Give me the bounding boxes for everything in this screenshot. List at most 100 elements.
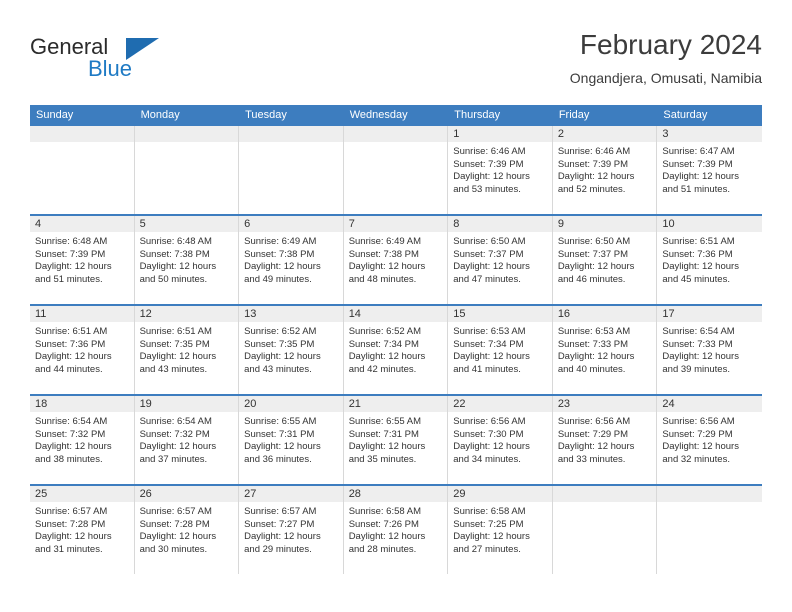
sunset-text: Sunset: 7:34 PM (348, 338, 419, 350)
daylight-text: Daylight: 12 hours and 27 minutes. (453, 531, 530, 555)
day-cell[interactable]: 17 Sunrise: 6:54 AM Sunset: 7:33 PM Dayligh… (657, 306, 762, 394)
day-cell[interactable]: 13 Sunrise: 6:52 AM Sunset: 7:35 PM Dayligh… (239, 306, 344, 394)
day-details: Sunrise: 6:47 AM Sunset: 7:39 PM Daylight:… (657, 142, 762, 196)
day-cell[interactable]: 2 Sunrise: 6:46 AM Sunset: 7:39 PM Daylight… (552, 126, 658, 214)
sunrise-text: Sunrise: 6:53 AM (557, 326, 631, 337)
day-details: Sunrise: 6:53 AM Sunset: 7:34 PM Daylight:… (448, 322, 552, 376)
day-cell[interactable]: 3 Sunrise: 6:47 AM Sunset: 7:39 PM Daylight… (657, 126, 762, 214)
day-cell[interactable]: 28 Sunrise: 6:58 AM Sunset: 7:26 PM Dayligh… (343, 486, 449, 574)
daylight-text: Daylight: 12 hours and 36 minutes. (244, 441, 321, 465)
sunrise-text: Sunrise: 6:57 AM (244, 506, 317, 517)
daylight-text: Daylight: 12 hours and 42 minutes. (348, 351, 426, 375)
day-number (552, 486, 657, 502)
day-number: 22 (448, 396, 552, 412)
day-details: Sunrise: 6:51 AM Sunset: 7:35 PM Daylight:… (135, 322, 239, 376)
day-cell[interactable]: 5 Sunrise: 6:48 AM Sunset: 7:38 PM Daylight… (134, 216, 240, 304)
day-number: 14 (343, 306, 448, 322)
day-number (239, 126, 343, 142)
day-cell[interactable]: 15 Sunrise: 6:53 AM Sunset: 7:34 PM Dayligh… (448, 306, 553, 394)
sunset-text: Sunset: 7:28 PM (139, 518, 210, 530)
day-cell[interactable]: 16 Sunrise: 6:53 AM Sunset: 7:33 PM Dayligh… (552, 306, 658, 394)
day-number: 16 (552, 306, 657, 322)
day-details: Sunrise: 6:58 AM Sunset: 7:25 PM Daylight:… (448, 502, 552, 556)
daylight-text: Daylight: 12 hours and 33 minutes. (557, 441, 635, 465)
sunset-text: Sunset: 7:32 PM (35, 428, 106, 440)
day-details: Sunrise: 6:57 AM Sunset: 7:28 PM Daylight:… (135, 502, 239, 556)
day-number: 19 (134, 396, 239, 412)
day-details: Sunrise: 6:46 AM Sunset: 7:39 PM Daylight:… (448, 142, 552, 196)
sunset-text: Sunset: 7:38 PM (348, 248, 419, 260)
day-cell[interactable]: 20 Sunrise: 6:55 AM Sunset: 7:31 PM Dayligh… (239, 396, 344, 484)
sunrise-text: Sunrise: 6:57 AM (35, 506, 108, 517)
daylight-text: Daylight: 12 hours and 51 minutes. (662, 171, 739, 195)
day-number: 7 (343, 216, 448, 232)
weekday-header-tuesday: Tuesday (245, 109, 287, 121)
sunset-text: Sunset: 7:39 PM (662, 158, 733, 170)
page-header: General Blue February 2024 Ongandjera, O… (30, 28, 762, 100)
daylight-text: Daylight: 12 hours and 28 minutes. (348, 531, 426, 555)
sunrise-text: Sunrise: 6:58 AM (348, 506, 422, 517)
daylight-text: Daylight: 12 hours and 49 minutes. (244, 261, 321, 285)
day-cell[interactable]: 18 Sunrise: 6:54 AM Sunset: 7:32 PM Dayligh… (30, 396, 135, 484)
day-cell[interactable]: 10 Sunrise: 6:51 AM Sunset: 7:36 PM Dayligh… (657, 216, 762, 304)
brand-logo[interactable]: General Blue (30, 34, 260, 90)
daylight-text: Daylight: 12 hours and 31 minutes. (35, 531, 112, 555)
day-number (134, 126, 239, 142)
day-number: 10 (657, 216, 762, 232)
sunrise-text: Sunrise: 6:56 AM (557, 416, 631, 427)
daylight-text: Daylight: 12 hours and 39 minutes. (662, 351, 739, 375)
calendar-page: General Blue February 2024 Ongandjera, O… (0, 0, 792, 612)
day-cell[interactable]: 8 Sunrise: 6:50 AM Sunset: 7:37 PM Daylight… (448, 216, 553, 304)
day-cell[interactable]: 27 Sunrise: 6:57 AM Sunset: 7:27 PM Dayligh… (239, 486, 344, 574)
day-number: 3 (657, 126, 762, 142)
calendar-weeks: 1 Sunrise: 6:46 AM Sunset: 7:39 PM Daylight… (30, 126, 762, 574)
day-details: Sunrise: 6:55 AM Sunset: 7:31 PM Daylight:… (344, 412, 448, 466)
day-cell[interactable]: 11 Sunrise: 6:51 AM Sunset: 7:36 PM Dayligh… (30, 306, 135, 394)
day-cell[interactable]: 9 Sunrise: 6:50 AM Sunset: 7:37 PM Daylight… (552, 216, 658, 304)
day-cell[interactable]: 4 Sunrise: 6:48 AM Sunset: 7:39 PM Daylight… (30, 216, 135, 304)
day-number: 6 (239, 216, 343, 232)
day-number: 8 (448, 216, 552, 232)
day-cell[interactable]: 14 Sunrise: 6:52 AM Sunset: 7:34 PM Dayligh… (343, 306, 449, 394)
sunrise-text: Sunrise: 6:51 AM (139, 326, 212, 337)
sunrise-text: Sunrise: 6:49 AM (244, 236, 317, 247)
day-details: Sunrise: 6:50 AM Sunset: 7:37 PM Daylight:… (553, 232, 657, 286)
daylight-text: Daylight: 12 hours and 43 minutes. (244, 351, 321, 375)
sunset-text: Sunset: 7:25 PM (453, 518, 524, 530)
day-cell-empty (657, 486, 762, 574)
sunrise-text: Sunrise: 6:48 AM (35, 236, 108, 247)
day-cell[interactable]: 12 Sunrise: 6:51 AM Sunset: 7:35 PM Dayligh… (134, 306, 240, 394)
sunset-text: Sunset: 7:35 PM (244, 338, 315, 350)
day-cell-empty (343, 126, 449, 214)
daylight-text: Daylight: 12 hours and 41 minutes. (453, 351, 530, 375)
sunset-text: Sunset: 7:37 PM (453, 248, 524, 260)
sunrise-text: Sunrise: 6:49 AM (348, 236, 422, 247)
weekday-header-thursday: Thursday (454, 109, 501, 121)
day-cell[interactable]: 23 Sunrise: 6:56 AM Sunset: 7:29 PM Dayligh… (552, 396, 658, 484)
day-cell[interactable]: 24 Sunrise: 6:56 AM Sunset: 7:29 PM Dayligh… (657, 396, 762, 484)
day-number: 29 (448, 486, 552, 502)
day-cell[interactable]: 22 Sunrise: 6:56 AM Sunset: 7:30 PM Dayligh… (448, 396, 553, 484)
week-row: 18 Sunrise: 6:54 AM Sunset: 7:32 PM Dayligh… (30, 394, 762, 484)
day-cell[interactable]: 25 Sunrise: 6:57 AM Sunset: 7:28 PM Dayligh… (30, 486, 135, 574)
sunrise-text: Sunrise: 6:46 AM (453, 146, 526, 157)
day-number (30, 126, 134, 142)
sunset-text: Sunset: 7:35 PM (139, 338, 210, 350)
sunrise-text: Sunrise: 6:54 AM (662, 326, 735, 337)
sunset-text: Sunset: 7:38 PM (244, 248, 315, 260)
day-cell[interactable]: 19 Sunrise: 6:54 AM Sunset: 7:32 PM Dayligh… (134, 396, 240, 484)
sunset-text: Sunset: 7:26 PM (348, 518, 419, 530)
day-cell[interactable]: 7 Sunrise: 6:49 AM Sunset: 7:38 PM Daylight… (343, 216, 449, 304)
day-cell[interactable]: 6 Sunrise: 6:49 AM Sunset: 7:38 PM Daylight… (239, 216, 344, 304)
page-subtitle: Ongandjera, Omusati, Namibia (569, 70, 762, 86)
day-cell[interactable]: 21 Sunrise: 6:55 AM Sunset: 7:31 PM Dayligh… (343, 396, 449, 484)
day-cell[interactable]: 1 Sunrise: 6:46 AM Sunset: 7:39 PM Daylight… (448, 126, 553, 214)
sunrise-text: Sunrise: 6:54 AM (35, 416, 108, 427)
sunrise-text: Sunrise: 6:51 AM (35, 326, 108, 337)
day-cell[interactable]: 26 Sunrise: 6:57 AM Sunset: 7:28 PM Dayligh… (134, 486, 240, 574)
sunset-text: Sunset: 7:37 PM (557, 248, 629, 260)
day-number: 15 (448, 306, 552, 322)
daylight-text: Daylight: 12 hours and 45 minutes. (662, 261, 739, 285)
day-cell[interactable]: 29 Sunrise: 6:58 AM Sunset: 7:25 PM Dayligh… (448, 486, 553, 574)
day-number: 18 (30, 396, 134, 412)
